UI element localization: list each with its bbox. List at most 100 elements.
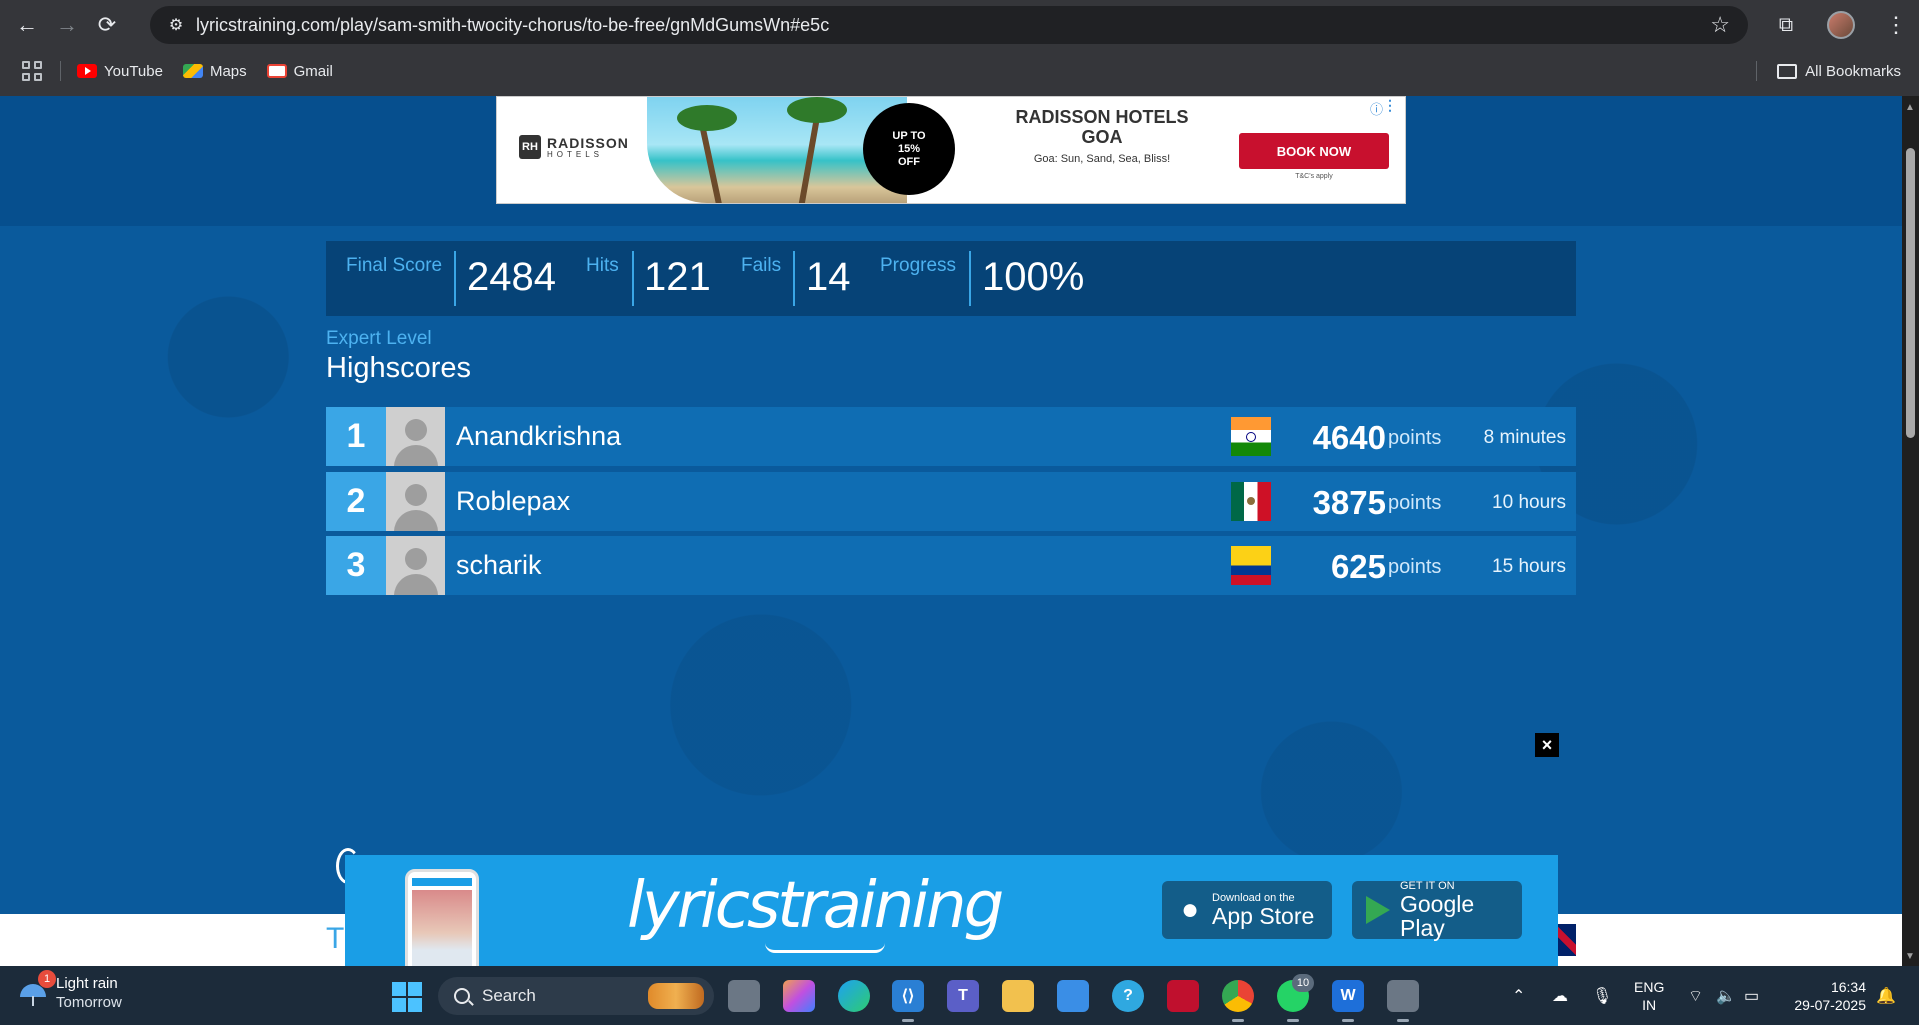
- page-scrollbar[interactable]: ▲ ▼: [1902, 96, 1919, 966]
- wifi-icon[interactable]: ⌔: [1688, 966, 1703, 1025]
- bookmark-youtube[interactable]: YouTube: [77, 63, 163, 80]
- bookmark-star-icon[interactable]: ☆: [1710, 12, 1730, 38]
- score-summary: Final Score 2484 Hits 121 Fails 14 Progr…: [326, 241, 1576, 316]
- browser-toolbar: ← → ⟳ ⚙ lyricstraining.com/play/sam-smit…: [0, 0, 1919, 50]
- hits-value: 121: [644, 255, 711, 299]
- avatar: [386, 472, 445, 531]
- points-label: points: [1388, 492, 1442, 514]
- progress-label: Progress: [880, 255, 957, 276]
- scroll-down-icon[interactable]: ▼: [1905, 951, 1915, 962]
- task-view-icon[interactable]: [728, 980, 760, 1012]
- ad-menu-icon[interactable]: ⋮: [1383, 97, 1397, 114]
- address-bar[interactable]: ⚙ lyricstraining.com/play/sam-smith-twoc…: [150, 6, 1748, 44]
- app-download-banner[interactable]: lyricstraining ● Download on the App Sto…: [345, 855, 1558, 966]
- ad-headline: RADISSON HOTELS GOA: [1015, 107, 1189, 147]
- badge-line: OFF: [898, 155, 920, 168]
- radisson-logo: RH RADISSON HOTELS: [519, 135, 629, 159]
- chrome-menu-icon[interactable]: ⋮: [1885, 12, 1907, 38]
- ad-info-icon[interactable]: ⓘ: [1370, 99, 1383, 118]
- final-score-value: 2484: [467, 255, 556, 299]
- ad-terms: T&C's apply: [1295, 173, 1333, 180]
- player-points: 4640: [1312, 419, 1386, 456]
- web-page: RH RADISSON HOTELS UP TO 15% OFF RADISSO…: [0, 96, 1902, 966]
- player-name[interactable]: Roblepax: [456, 486, 570, 517]
- tray-overflow-icon[interactable]: ⌃: [1512, 966, 1525, 1025]
- file-explorer-icon[interactable]: [1002, 980, 1034, 1012]
- lyricstraining-logo: lyricstraining: [627, 869, 1004, 943]
- whatsapp-badge: 10: [1292, 974, 1314, 992]
- folder-icon: [1777, 63, 1798, 79]
- lang-line: IN: [1642, 997, 1657, 1013]
- apple-icon: ●: [1180, 893, 1200, 926]
- highscore-row[interactable]: 3 scharik 625 points 15 hours: [326, 536, 1576, 595]
- teams-icon[interactable]: T: [947, 980, 979, 1012]
- weather-widget[interactable]: 1 Light rain Tomorrow: [20, 970, 122, 1012]
- india-flag-icon: [1231, 417, 1271, 456]
- fails-label: Fails: [741, 255, 782, 276]
- snipping-tool-icon[interactable]: [1387, 980, 1419, 1022]
- player-name[interactable]: scharik: [456, 550, 542, 581]
- colombia-flag-icon: [1231, 546, 1271, 585]
- profile-avatar[interactable]: [1827, 11, 1855, 39]
- copilot-icon[interactable]: [783, 980, 815, 1012]
- clock-date: 29-07-2025: [1794, 997, 1866, 1013]
- onedrive-icon[interactable]: ☁: [1552, 966, 1568, 1025]
- site-info-icon[interactable]: ⚙: [156, 15, 196, 35]
- taskbar-search[interactable]: Search: [438, 977, 714, 1015]
- reload-button[interactable]: ⟳: [87, 5, 127, 45]
- avatar: [386, 536, 445, 595]
- book-now-button[interactable]: BOOK NOW: [1239, 133, 1389, 169]
- progress-value: 100%: [982, 255, 1085, 299]
- highscore-row[interactable]: 1 Anandkrishna 4640 points 8 minutes: [326, 407, 1576, 466]
- microphone-icon[interactable]: 🎙: [1592, 966, 1612, 1025]
- discount-badge: UP TO 15% OFF: [863, 103, 955, 195]
- uk-flag-icon[interactable]: [1556, 924, 1576, 956]
- battery-icon[interactable]: ▭: [1744, 966, 1759, 1025]
- rank-number: 3: [326, 536, 386, 595]
- google-play-button[interactable]: GET IT ON Google Play: [1352, 880, 1522, 940]
- bookmark-maps[interactable]: Maps: [182, 63, 247, 80]
- search-placeholder: Search: [482, 986, 536, 1005]
- footer-partial-text: T: [326, 922, 345, 955]
- apps-grid-icon[interactable]: [22, 61, 42, 81]
- url-text[interactable]: lyricstraining.com/play/sam-smith-twocit…: [196, 15, 829, 36]
- score-time: 10 hours: [1492, 492, 1566, 513]
- help-icon[interactable]: ?: [1112, 980, 1144, 1012]
- highscores-title: Highscores: [326, 352, 472, 384]
- youtube-icon: [77, 64, 97, 78]
- bookmark-label: YouTube: [104, 62, 163, 80]
- bookmarks-divider: [1756, 61, 1758, 81]
- ad-brand: RADISSON: [547, 134, 629, 151]
- mcafee-icon[interactable]: [1167, 980, 1199, 1012]
- edge-icon[interactable]: [838, 980, 870, 1012]
- highscore-row[interactable]: 2 Roblepax 3875 points 10 hours: [326, 472, 1576, 531]
- volume-icon[interactable]: 🔈: [1716, 966, 1736, 1025]
- vscode-icon[interactable]: ⟨⟩: [892, 980, 924, 1022]
- ad-brand-sub: HOTELS: [547, 149, 604, 159]
- points-label: points: [1388, 556, 1442, 578]
- maps-icon: [182, 64, 203, 78]
- stat-divider: [793, 251, 795, 306]
- forward-button[interactable]: →: [47, 5, 87, 45]
- hits-label: Hits: [586, 255, 619, 276]
- logo-swoosh: [765, 943, 885, 953]
- scrollbar-thumb[interactable]: [1906, 148, 1915, 438]
- chrome-icon[interactable]: [1222, 980, 1254, 1022]
- notifications-icon[interactable]: 🔔: [1876, 966, 1896, 1025]
- back-button[interactable]: ←: [7, 5, 47, 45]
- bookmark-gmail[interactable]: Gmail: [266, 63, 333, 80]
- hotel-ad[interactable]: RH RADISSON HOTELS UP TO 15% OFF RADISSO…: [496, 96, 1406, 204]
- app-store-button[interactable]: ● Download on the App Store: [1162, 881, 1332, 939]
- scroll-up-icon[interactable]: ▲: [1905, 102, 1915, 113]
- close-banner-button[interactable]: ×: [1535, 733, 1559, 757]
- microsoft-store-icon[interactable]: [1057, 980, 1089, 1012]
- language-indicator[interactable]: ENG IN: [1634, 978, 1664, 1014]
- word-icon[interactable]: W: [1332, 980, 1364, 1022]
- google-play-icon: [1366, 896, 1390, 924]
- all-bookmarks-button[interactable]: All Bookmarks: [1756, 52, 1901, 90]
- start-button[interactable]: [392, 982, 422, 1012]
- player-name[interactable]: Anandkrishna: [456, 421, 621, 452]
- system-clock[interactable]: 16:34 29-07-2025: [1786, 978, 1866, 1014]
- gmail-icon: [266, 64, 287, 78]
- extensions-icon[interactable]: ⧉: [1765, 14, 1807, 37]
